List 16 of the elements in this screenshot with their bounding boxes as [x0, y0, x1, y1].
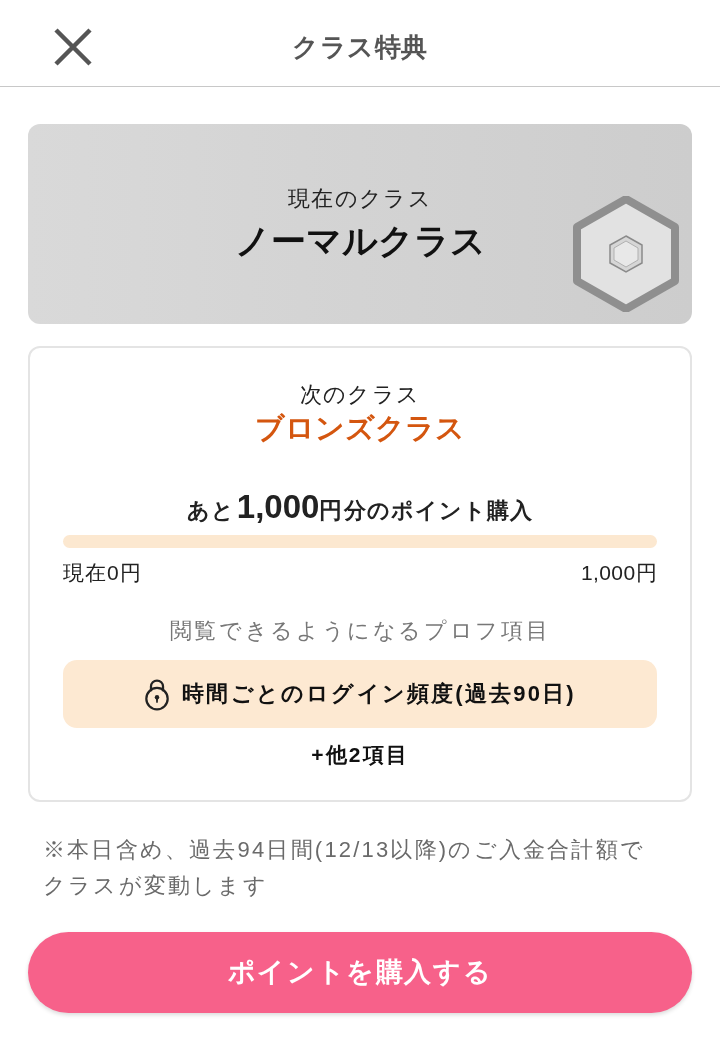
class-change-note: ※本日含め、過去94日間(12/13以降)のご入金合計額でクラスが変動します: [42, 836, 646, 900]
close-button[interactable]: [54, 28, 92, 66]
unlock-heading: 閲覧できるようになるプロフ項目: [169, 617, 551, 645]
remaining-purchase-text: あと 1,000円分のポイント購入: [186, 487, 534, 522]
next-class-label: 次のクラス: [300, 381, 420, 409]
next-class-name: ブロンズクラス: [255, 411, 465, 445]
buy-points-button[interactable]: ポイントを購入する: [28, 932, 692, 1013]
current-class-name: ノーマルクラス: [234, 220, 486, 262]
page-title: クラス特典: [292, 30, 428, 64]
more-items-text: +他2項目: [311, 742, 409, 768]
current-class-label: 現在のクラス: [288, 185, 432, 213]
hexagon-badge-icon: [572, 196, 680, 312]
progress-start-label: 現在0円: [63, 560, 142, 586]
close-icon: [54, 28, 92, 66]
progress-end-label: 1,000円: [580, 560, 657, 586]
profile-item-label: 時間ごとのログイン頻度(過去90日): [182, 680, 576, 708]
